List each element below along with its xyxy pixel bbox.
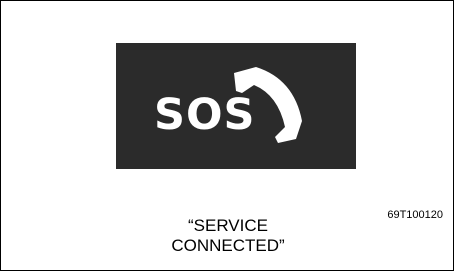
figure-frame: SOS 69T100120 “SERVICE CONNECTED”: [0, 0, 454, 271]
figure-reference-code: 69T100120: [387, 209, 443, 221]
caption-line-1: “SERVICE: [188, 216, 268, 235]
phone-handset-icon: [234, 67, 302, 143]
sos-indicator-panel: SOS: [116, 43, 356, 169]
caption-line-2: CONNECTED”: [171, 236, 285, 255]
figure-caption: “SERVICE CONNECTED”: [141, 216, 315, 256]
